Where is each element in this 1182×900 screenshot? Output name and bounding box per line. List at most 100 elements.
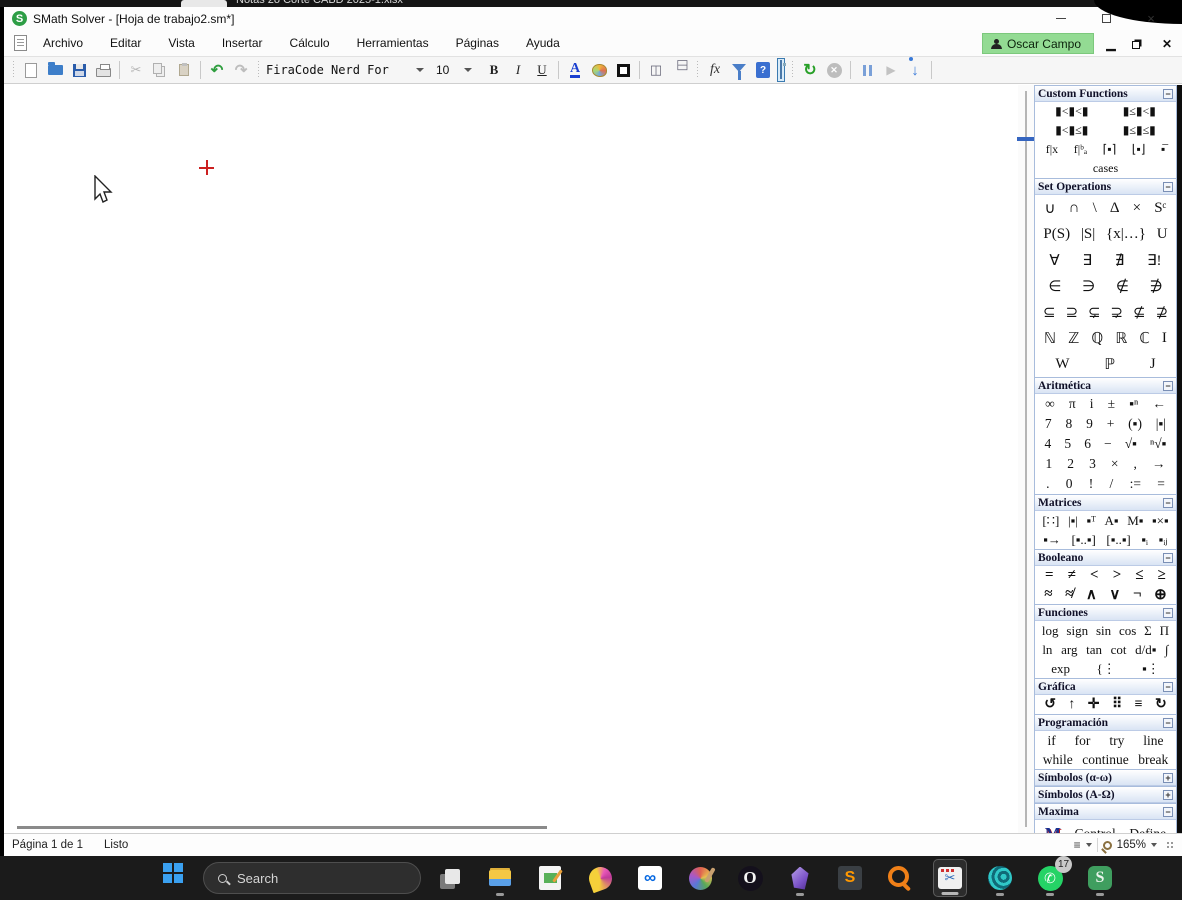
collapse-icon[interactable]: − — [1163, 182, 1173, 192]
booleano-button[interactable]: ≈ — [1042, 586, 1054, 603]
set-operations-button[interactable]: ∃! — [1145, 251, 1163, 270]
programaci-n-button[interactable]: if — [1045, 733, 1057, 749]
collapse-icon[interactable]: − — [1163, 608, 1173, 618]
booleano-button[interactable]: = — [1043, 567, 1056, 584]
set-operations-button[interactable]: ⊉ — [1153, 303, 1170, 322]
funciones-button[interactable]: cot — [1109, 642, 1129, 658]
funciones-button[interactable]: arg — [1059, 642, 1079, 658]
matrices-button[interactable]: A▪ — [1103, 513, 1121, 529]
matrices-button[interactable]: ▪ᵀ — [1084, 513, 1097, 529]
horizontal-spacing-button[interactable]: ◫ — [645, 59, 667, 81]
set-operations-button[interactable]: ∀ — [1047, 251, 1061, 270]
menu-p-ginas[interactable]: Páginas — [454, 34, 501, 52]
booleano-button[interactable]: ∨ — [1107, 585, 1122, 604]
funciones-button[interactable]: {⋮ — [1094, 661, 1117, 677]
set-operations-button[interactable]: ∉ — [1114, 277, 1131, 296]
run-button[interactable]: ▶ — [880, 59, 902, 81]
set-operations-button[interactable]: ⊈ — [1131, 303, 1148, 322]
vertical-scrollbar[interactable] — [1018, 85, 1034, 833]
set-operations-button[interactable]: |S| — [1079, 226, 1097, 243]
set-operations-button[interactable]: I — [1160, 330, 1169, 347]
toolbar-grip[interactable] — [790, 61, 795, 79]
aritm-tica-button[interactable]: 8 — [1064, 416, 1075, 432]
custom-functions-button[interactable]: ⌊▪⌋ — [1130, 142, 1148, 157]
funciones-button[interactable]: ∫ — [1163, 642, 1171, 658]
taskbar-photos-editor-button[interactable] — [533, 859, 567, 897]
stop-button[interactable]: ✕ — [823, 59, 845, 81]
custom-functions-button[interactable]: cases — [1091, 161, 1120, 176]
print-button[interactable] — [92, 59, 114, 81]
aritm-tica-button[interactable]: − — [1102, 436, 1114, 452]
taskbar-opera-button[interactable]: O — [733, 859, 767, 897]
matrices-button[interactable]: ▪×▪ — [1150, 513, 1171, 529]
aritm-tica-button[interactable]: 3 — [1087, 456, 1098, 472]
aritm-tica-button[interactable]: + — [1105, 416, 1117, 432]
taskbar-whatsapp-button[interactable]: ✆17 — [1033, 859, 1067, 897]
aritm-tica-button[interactable]: ← — [1150, 396, 1168, 412]
zoom-magnifier-icon[interactable] — [1103, 841, 1112, 850]
matrices-button[interactable]: [▪..▪] — [1069, 532, 1097, 548]
custom-functions-button[interactable]: ▮≤▮<▮ — [1121, 104, 1158, 119]
custom-functions-button[interactable]: ▮<▮<▮ — [1053, 104, 1090, 119]
worksheet-canvas[interactable] — [5, 85, 1018, 833]
booleano-button[interactable]: < — [1088, 567, 1101, 584]
funciones-button[interactable]: exp — [1049, 661, 1072, 677]
menu-archivo[interactable]: Archivo — [41, 34, 85, 52]
set-operations-button[interactable]: ∄ — [1113, 251, 1126, 270]
menu-insertar[interactable]: Insertar — [220, 34, 265, 52]
set-operations-button[interactable]: ℙ — [1102, 355, 1117, 374]
gr-fica-button[interactable]: ⠿ — [1110, 696, 1124, 713]
aritm-tica-button[interactable]: 6 — [1082, 436, 1093, 452]
aritm-tica-button[interactable]: := — [1128, 476, 1143, 492]
programaci-n-button[interactable]: line — [1141, 733, 1165, 749]
open-button[interactable] — [44, 59, 66, 81]
programaci-n-button[interactable]: for — [1073, 733, 1093, 749]
taskbar-file-explorer-button[interactable] — [483, 859, 517, 897]
gr-fica-button[interactable]: ↑ — [1066, 697, 1077, 713]
menu-c-lculo[interactable]: Cálculo — [288, 34, 332, 52]
user-account-button[interactable]: Oscar Campo — [982, 33, 1094, 54]
view-list-icon[interactable]: ≡ — [1074, 838, 1081, 852]
set-operations-button[interactable]: ∪ — [1043, 199, 1058, 218]
taskbar-virtual-desktops-button[interactable] — [433, 859, 467, 897]
aritm-tica-button[interactable]: × — [1109, 456, 1121, 472]
matrices-button[interactable]: ▪→ — [1041, 532, 1063, 548]
matrices-button[interactable]: M▪ — [1125, 513, 1145, 529]
taskbar-s-shield-app-button[interactable]: S — [1083, 859, 1117, 897]
booleano-button[interactable]: ≥ — [1156, 567, 1168, 584]
funciones-button[interactable]: ▪⋮ — [1140, 661, 1162, 677]
set-operations-button[interactable]: P(S) — [1041, 226, 1072, 243]
border-button[interactable] — [612, 59, 634, 81]
set-operations-button[interactable]: ∃ — [1080, 251, 1093, 270]
matrices-button[interactable]: ▪ᵢ — [1139, 532, 1150, 548]
set-operations-button[interactable]: ∈ — [1046, 277, 1063, 296]
redo-button[interactable]: ↷ — [230, 59, 252, 81]
programaci-n-button[interactable]: break — [1136, 752, 1170, 768]
set-operations-button[interactable]: \ — [1091, 200, 1099, 217]
set-operations-button[interactable]: U — [1155, 226, 1170, 243]
taskbar-swirl-app-button[interactable] — [583, 859, 617, 897]
funciones-button[interactable]: sign — [1064, 623, 1090, 639]
set-operations-button[interactable]: ⊋ — [1108, 303, 1125, 322]
aritm-tica-button[interactable]: 7 — [1043, 416, 1054, 432]
funciones-button[interactable]: d/d▪ — [1133, 642, 1158, 658]
zoom-level[interactable]: 165% — [1117, 839, 1146, 851]
taskbar-snipping-tool-button[interactable]: ✂ — [933, 859, 967, 897]
new-button[interactable] — [20, 59, 42, 81]
set-operations-button[interactable]: ∋ — [1080, 277, 1097, 296]
taskbar-waves-app-button[interactable] — [983, 859, 1017, 897]
aritm-tica-button[interactable]: |▪| — [1154, 416, 1168, 432]
minimize-button[interactable] — [1052, 9, 1070, 27]
taskbar-search[interactable]: Search — [203, 862, 421, 894]
booleano-button[interactable]: ≤ — [1133, 567, 1145, 584]
expand-icon[interactable]: + — [1163, 773, 1173, 783]
underline-button[interactable]: U — [531, 59, 553, 81]
copy-button[interactable] — [149, 59, 171, 81]
set-operations-button[interactable]: ⊊ — [1086, 303, 1103, 322]
matrices-button[interactable]: ▪ᵢⱼ — [1157, 532, 1170, 548]
maximize-button[interactable] — [1097, 9, 1115, 27]
insert-down-button[interactable]: ↓ — [904, 59, 926, 81]
set-operations-button[interactable]: ∌ — [1148, 277, 1165, 296]
cut-button[interactable]: ✂ — [125, 59, 147, 81]
chevron-down-icon[interactable] — [1151, 843, 1157, 847]
